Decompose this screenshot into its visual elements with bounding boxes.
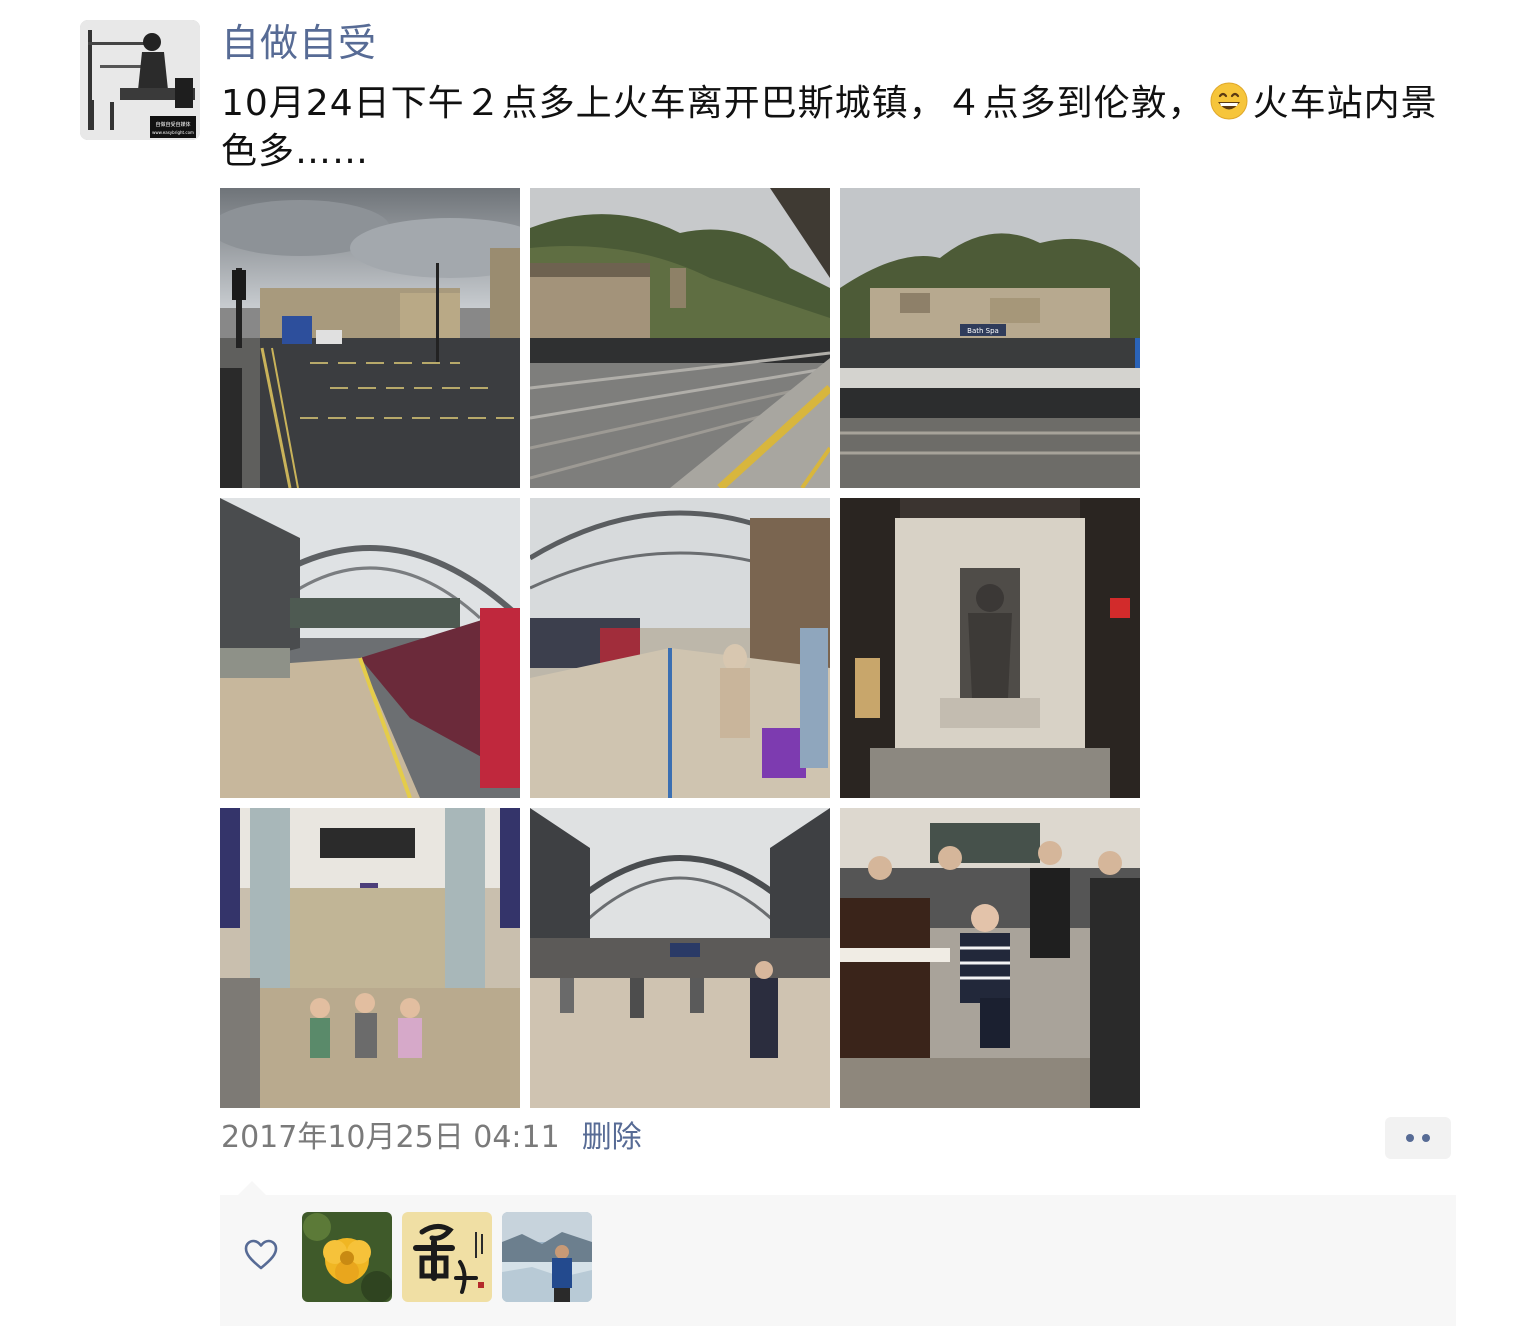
- avatar-image: 自做自受自媒体 www.easybright.com: [80, 20, 200, 140]
- grinning-face-emoji-icon: [1210, 82, 1248, 120]
- heart-icon: [244, 1239, 278, 1270]
- street-photo-image: [220, 188, 520, 488]
- more-dot-icon: [1422, 1134, 1430, 1142]
- concourse-photo-image: [530, 808, 830, 1108]
- paddington-platform-photo-image: [530, 498, 830, 798]
- more-options-button[interactable]: [1385, 1117, 1451, 1159]
- war-memorial-photo-image: [840, 498, 1140, 798]
- photo-concourse[interactable]: [530, 808, 830, 1108]
- platform-photo-image: [530, 188, 830, 488]
- more-dot-icon: [1406, 1134, 1414, 1142]
- liker-avatar-3[interactable]: [502, 1212, 592, 1302]
- post-meta: 2017年10月25日 04:11 删除: [221, 1117, 642, 1159]
- station-sign-text: Bath Spa: [967, 327, 999, 335]
- photo-paddington-platform[interactable]: [530, 498, 830, 798]
- post-timestamp: 2017年10月25日 04:11: [221, 1120, 560, 1155]
- photo-platform[interactable]: [530, 188, 830, 488]
- children-photo-image: [220, 808, 520, 1108]
- photo-children[interactable]: [220, 808, 520, 1108]
- glacier-avatar-image: [502, 1212, 592, 1302]
- photo-war-memorial[interactable]: [840, 498, 1140, 798]
- liker-avatar-1[interactable]: [302, 1212, 392, 1302]
- delete-button[interactable]: 删除: [582, 1120, 642, 1155]
- station-sign-photo-image: Bath Spa: [840, 188, 1140, 488]
- user-name[interactable]: 自做自受: [221, 20, 377, 66]
- avatar-caption: 自做自受自媒体: [155, 121, 190, 128]
- post-text: 10月24日下午２点多上火车离开巴斯城镇，４点多到伦敦， 火车站内景色多……: [221, 80, 1471, 176]
- photo-station-sign[interactable]: Bath Spa: [840, 188, 1140, 488]
- photo-piano[interactable]: [840, 808, 1140, 1108]
- photo-paddington-train[interactable]: [220, 498, 520, 798]
- post-text-part1: 10月24日下午２点多上火车离开巴斯城镇，４点多到伦敦，: [221, 83, 1205, 124]
- calligraphy-avatar-image: [402, 1212, 492, 1302]
- paddington-train-photo-image: [220, 498, 520, 798]
- user-avatar[interactable]: 自做自受自媒体 www.easybright.com: [80, 20, 200, 140]
- piano-photo-image: [840, 808, 1140, 1108]
- liker-avatar-2[interactable]: [402, 1212, 492, 1302]
- likes-section: [220, 1181, 1456, 1326]
- photo-grid: Bath Spa: [220, 188, 1140, 1108]
- avatar-url-text: www.easybright.com: [152, 130, 194, 135]
- photo-street[interactable]: [220, 188, 520, 488]
- flower-avatar-image: [302, 1212, 392, 1302]
